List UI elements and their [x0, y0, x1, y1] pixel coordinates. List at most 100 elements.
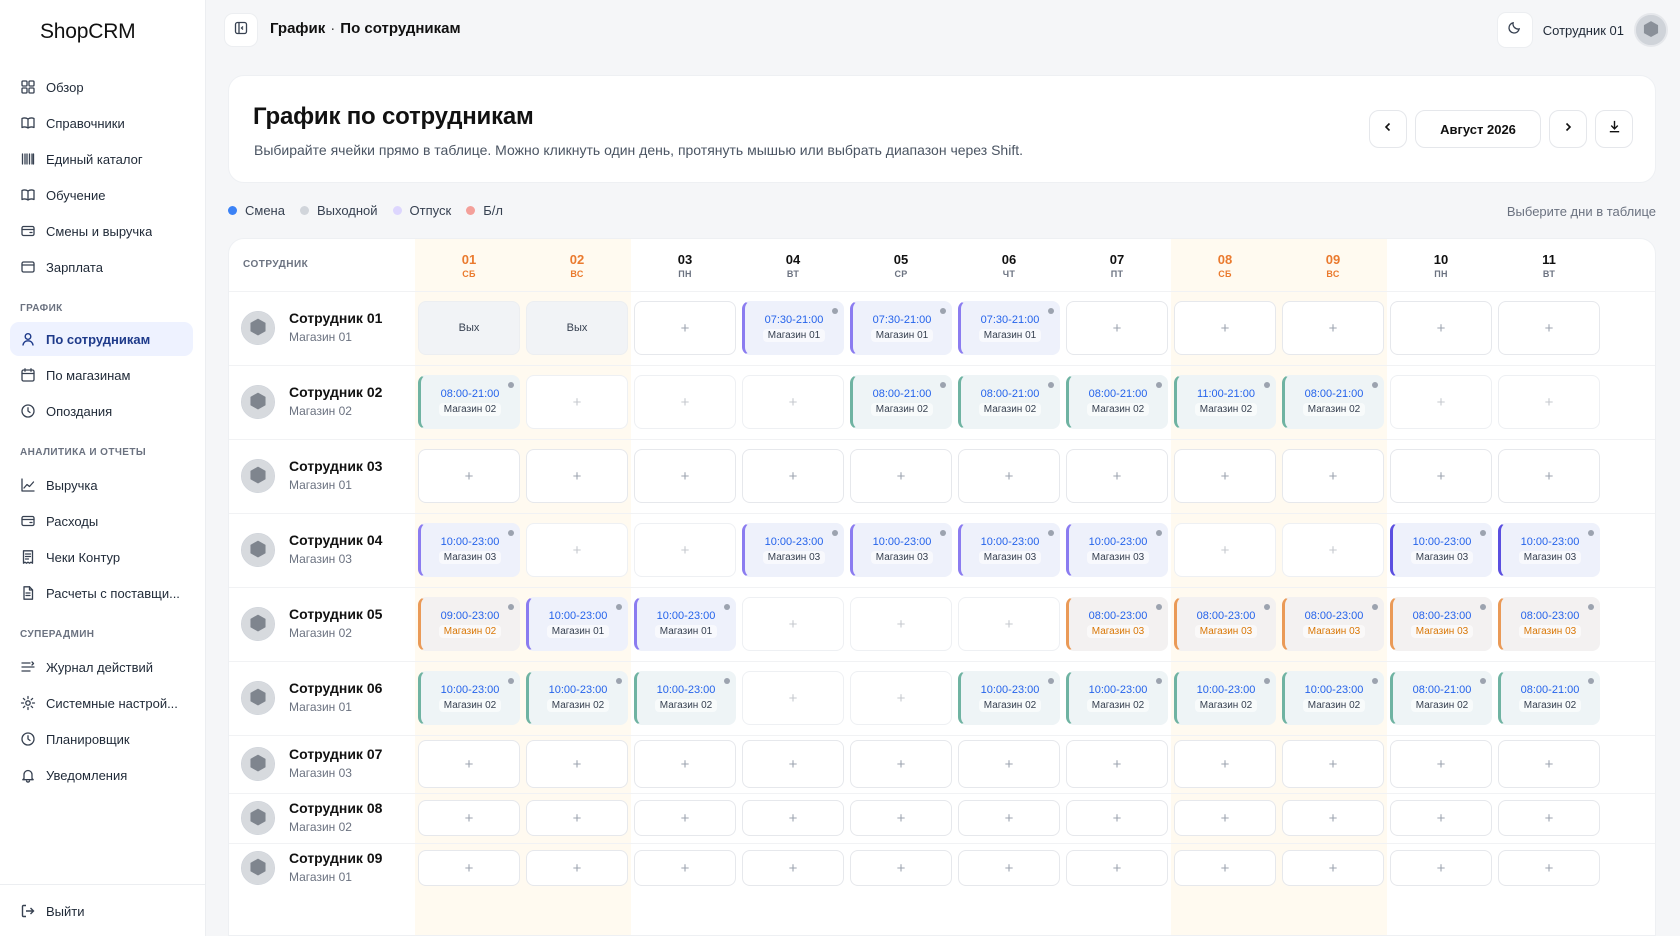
schedule-cell-shift[interactable]: 07:30-21:00 Магазин 01: [958, 301, 1060, 355]
schedule-cell-shift[interactable]: 08:00-21:00 Магазин 02: [958, 375, 1060, 429]
sidebar-item-wallet-items_analytics1[interactable]: Расходы: [10, 504, 193, 538]
breadcrumb-root[interactable]: График: [270, 20, 325, 37]
employee-cell[interactable]: Сотрудник 01 Магазин 01: [229, 291, 415, 365]
schedule-cell-add[interactable]: +: [634, 800, 736, 836]
schedule-cell-add[interactable]: +: [418, 800, 520, 836]
day-column-header[interactable]: 09 ВС: [1279, 239, 1387, 291]
schedule-cell-shift[interactable]: 10:00-23:00 Магазин 03: [1498, 523, 1600, 577]
schedule-cell-shift[interactable]: 10:00-23:00 Магазин 02: [958, 671, 1060, 725]
schedule-cell-add[interactable]: +: [1282, 740, 1384, 788]
schedule-cell-shift[interactable]: 07:30-21:00 Магазин 01: [850, 301, 952, 355]
schedule-cell-add[interactable]: +: [850, 850, 952, 886]
schedule-cell-shift[interactable]: 07:30-21:00 Магазин 01: [742, 301, 844, 355]
day-column-header[interactable]: 06 ЧТ: [955, 239, 1063, 291]
schedule-cell-shift[interactable]: 10:00-23:00 Магазин 02: [526, 671, 628, 725]
schedule-cell-add[interactable]: +: [1498, 740, 1600, 788]
schedule-cell-add[interactable]: +: [1498, 449, 1600, 503]
schedule-cell-add[interactable]: +: [634, 850, 736, 886]
sidebar-item-clock-items_schedule2[interactable]: Опоздания: [10, 394, 193, 428]
sidebar-item-list-items_admin0[interactable]: Журнал действий: [10, 650, 193, 684]
download-button[interactable]: [1595, 110, 1633, 148]
schedule-cell-shift[interactable]: 10:00-23:00 Магазин 02: [1282, 671, 1384, 725]
schedule-cell-shift[interactable]: 08:00-23:00 Магазин 03: [1498, 597, 1600, 651]
schedule-cell-shift[interactable]: 10:00-23:00 Магазин 01: [526, 597, 628, 651]
schedule-cell-shift[interactable]: 08:00-23:00 Магазин 03: [1174, 597, 1276, 651]
day-column-header[interactable]: 02 ВС: [523, 239, 631, 291]
schedule-cell-add[interactable]: +: [850, 740, 952, 788]
user-name[interactable]: Сотрудник 01: [1543, 23, 1624, 38]
schedule-cell-shift[interactable]: 08:00-23:00 Магазин 03: [1066, 597, 1168, 651]
schedule-cell-add[interactable]: +: [742, 850, 844, 886]
employee-cell[interactable]: Сотрудник 06 Магазин 01: [229, 661, 415, 735]
day-column-header[interactable]: 05 СР: [847, 239, 955, 291]
schedule-cell-shift[interactable]: 08:00-21:00 Магазин 02: [1066, 375, 1168, 429]
schedule-cell-add[interactable]: +: [634, 740, 736, 788]
schedule-cell-add[interactable]: +: [742, 671, 844, 725]
schedule-cell-add[interactable]: +: [1390, 800, 1492, 836]
schedule-cell-add[interactable]: +: [958, 740, 1060, 788]
day-column-header[interactable]: 10 ПН: [1387, 239, 1495, 291]
schedule-cell-add[interactable]: +: [1390, 740, 1492, 788]
sidebar-item-book-items_top1[interactable]: Справочники: [10, 106, 193, 140]
schedule-cell-add[interactable]: +: [742, 740, 844, 788]
day-column-header[interactable]: 11 ВТ: [1495, 239, 1603, 291]
schedule-cell-add[interactable]: +: [1174, 301, 1276, 355]
sidebar-item-calendar-items_schedule1[interactable]: По магазинам: [10, 358, 193, 392]
schedule-cell-add[interactable]: +: [418, 850, 520, 886]
employee-cell[interactable]: Сотрудник 04 Магазин 03: [229, 513, 415, 587]
schedule-cell-add[interactable]: +: [1066, 740, 1168, 788]
day-column-header[interactable]: 08 СБ: [1171, 239, 1279, 291]
schedule-cell-add[interactable]: +: [742, 449, 844, 503]
schedule-cell-shift[interactable]: 10:00-23:00 Магазин 03: [742, 523, 844, 577]
month-picker-button[interactable]: Август 2026: [1415, 110, 1541, 148]
schedule-cell-add[interactable]: +: [1174, 449, 1276, 503]
schedule-cell-shift[interactable]: 08:00-21:00 Магазин 02: [850, 375, 952, 429]
schedule-cell-shift[interactable]: 10:00-23:00 Магазин 03: [1066, 523, 1168, 577]
schedule-cell-shift[interactable]: 10:00-23:00 Магазин 03: [1390, 523, 1492, 577]
employee-cell[interactable]: Сотрудник 05 Магазин 02: [229, 587, 415, 661]
schedule-cell-add[interactable]: +: [850, 800, 952, 836]
employee-cell[interactable]: Сотрудник 03 Магазин 01: [229, 439, 415, 513]
sidebar-item-user-items_schedule0[interactable]: По сотрудникам: [10, 322, 193, 356]
schedule-cell-add[interactable]: +: [1498, 301, 1600, 355]
day-column-header[interactable]: 07 ПТ: [1063, 239, 1171, 291]
sidebar-item-clock-items_admin2[interactable]: Планировщик: [10, 722, 193, 756]
schedule-cell-add[interactable]: +: [526, 449, 628, 503]
schedule-cell-add[interactable]: +: [1282, 301, 1384, 355]
day-column-header[interactable]: 03 ПН: [631, 239, 739, 291]
schedule-cell-add[interactable]: +: [1066, 301, 1168, 355]
employee-cell[interactable]: Сотрудник 08 Магазин 02: [229, 793, 415, 843]
schedule-cell-shift[interactable]: 08:00-21:00 Магазин 02: [1498, 671, 1600, 725]
sidebar-item-wallet-items_top4[interactable]: Смены и выручка: [10, 214, 193, 248]
schedule-cell-add[interactable]: +: [1498, 375, 1600, 429]
schedule-cell-add[interactable]: +: [742, 800, 844, 836]
schedule-cell-shift[interactable]: 09:00-23:00 Магазин 02: [418, 597, 520, 651]
schedule-cell-shift[interactable]: 08:00-23:00 Магазин 03: [1282, 597, 1384, 651]
schedule-cell-add[interactable]: +: [850, 449, 952, 503]
sidebar-item-document-items_analytics3[interactable]: Расчеты с поставщи...: [10, 576, 193, 610]
logout-button[interactable]: Выйти: [10, 894, 193, 928]
schedule-cell-add[interactable]: +: [1174, 740, 1276, 788]
schedule-cell-dayoff[interactable]: Вых: [418, 301, 520, 355]
schedule-cell-add[interactable]: +: [1390, 449, 1492, 503]
schedule-cell-add[interactable]: +: [526, 800, 628, 836]
sidebar-toggle-button[interactable]: [224, 13, 258, 47]
schedule-cell-add[interactable]: +: [850, 671, 952, 725]
sidebar-item-folder-items_top5[interactable]: Зарплата: [10, 250, 193, 284]
sidebar-item-bell-items_admin3[interactable]: Уведомления: [10, 758, 193, 792]
sidebar-item-barcode-items_top2[interactable]: Единый каталог: [10, 142, 193, 176]
user-avatar[interactable]: [1634, 13, 1668, 47]
schedule-cell-shift[interactable]: 10:00-23:00 Магазин 03: [958, 523, 1060, 577]
schedule-cell-shift[interactable]: 08:00-23:00 Магазин 03: [1390, 597, 1492, 651]
schedule-cell-add[interactable]: +: [1390, 301, 1492, 355]
schedule-cell-shift[interactable]: 10:00-23:00 Магазин 02: [1066, 671, 1168, 725]
schedule-cell-add[interactable]: +: [634, 449, 736, 503]
employee-cell[interactable]: Сотрудник 09 Магазин 01: [229, 843, 415, 893]
schedule-cell-add[interactable]: +: [1498, 800, 1600, 836]
schedule-cell-add[interactable]: +: [1282, 449, 1384, 503]
schedule-cell-add[interactable]: +: [526, 375, 628, 429]
schedule-cell-add[interactable]: +: [1282, 800, 1384, 836]
schedule-cell-add[interactable]: +: [1498, 850, 1600, 886]
schedule-cell-add[interactable]: +: [634, 375, 736, 429]
schedule-cell-shift[interactable]: 11:00-21:00 Магазин 02: [1174, 375, 1276, 429]
